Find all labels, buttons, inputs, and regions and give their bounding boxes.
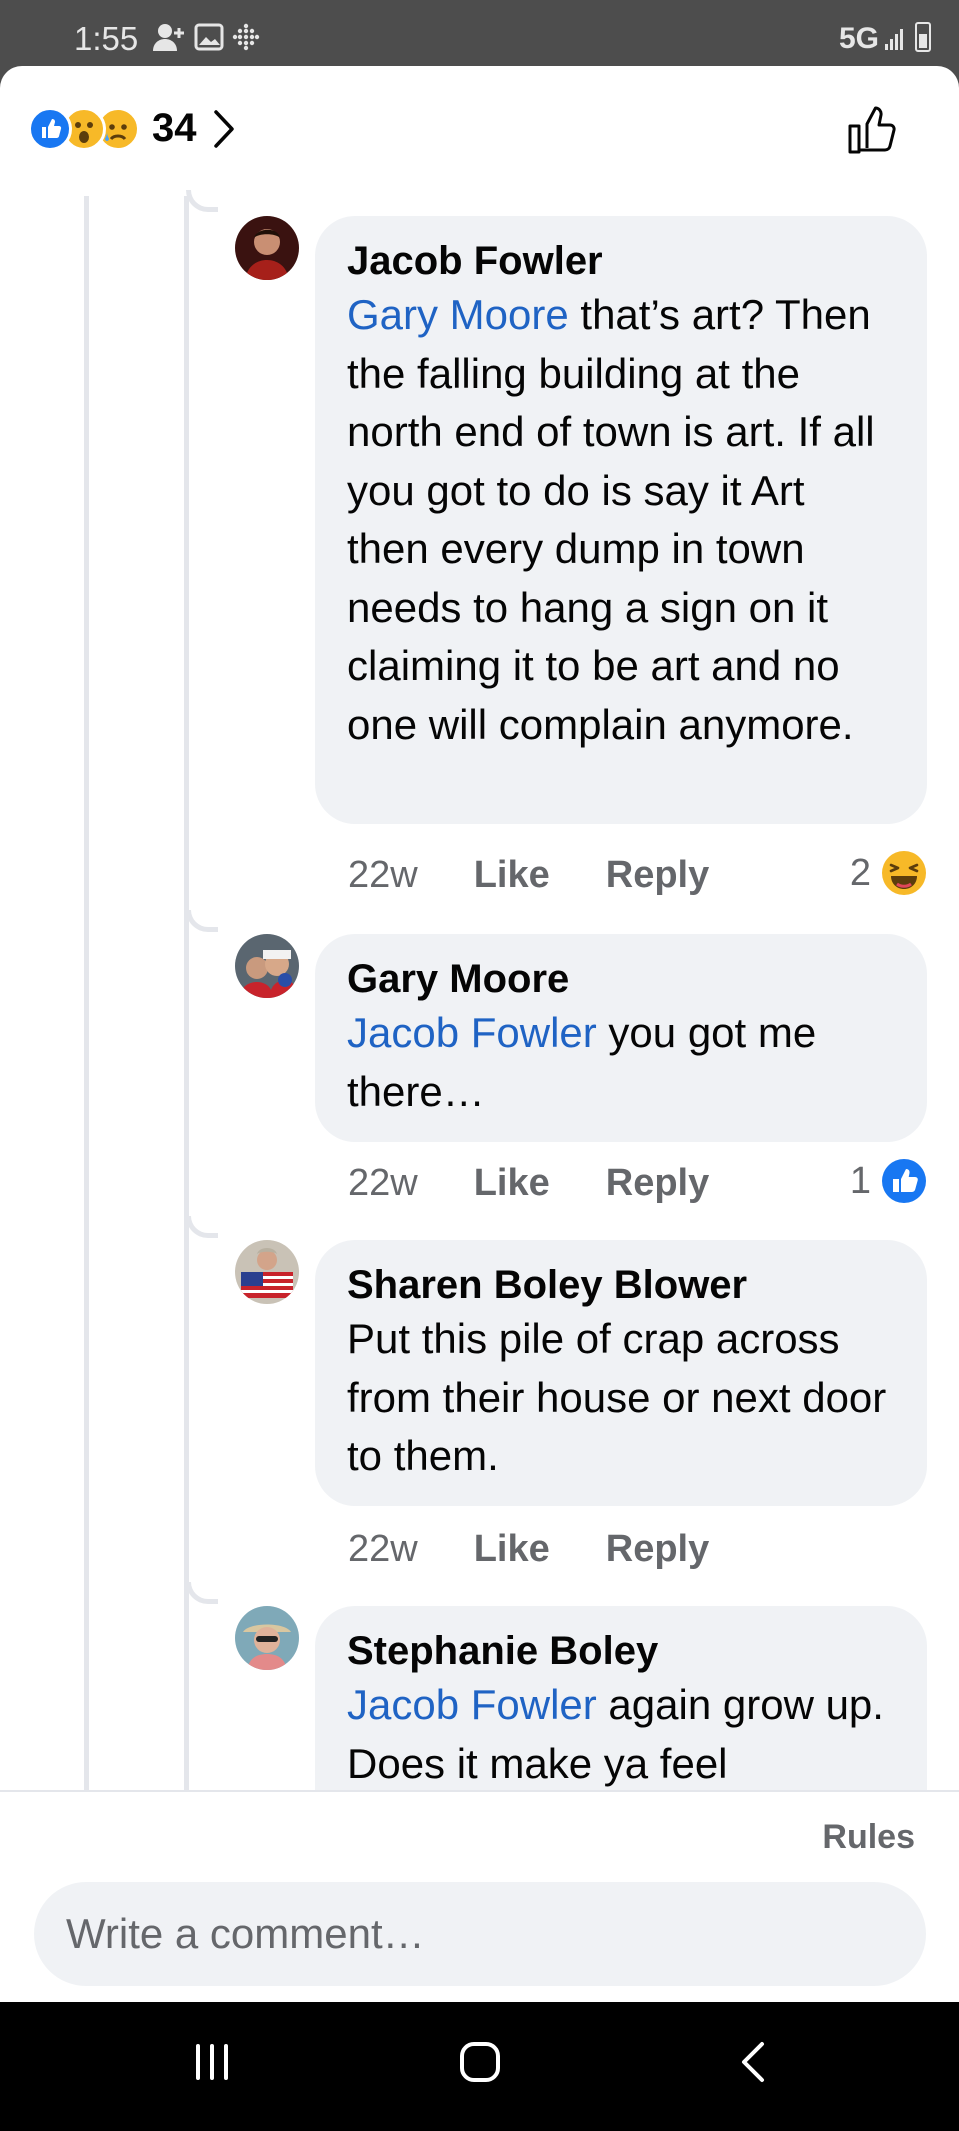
thread-branch: [186, 1216, 218, 1238]
chevron-right-icon: [213, 109, 234, 148]
laugh-icon: [882, 851, 926, 895]
recent-apps-icon[interactable]: [190, 2040, 234, 2084]
status-bar: 1:55 5G: [0, 0, 959, 66]
comment-author[interactable]: Sharen Boley Blower: [347, 1260, 895, 1310]
comments-sheet: 34 Jacob Fowler Gary Moore that’s art? T…: [0, 66, 959, 2002]
comment-bubble: Gary Moore Jacob Fowler you got me there…: [315, 934, 927, 1142]
comment-body: Put this pile of crap across from their …: [347, 1315, 887, 1479]
system-nav-bar: [0, 2002, 959, 2131]
comment-bubble: Sharen Boley Blower Put this pile of cra…: [315, 1240, 927, 1506]
reply-button[interactable]: Reply: [606, 1162, 709, 1205]
image-icon: [194, 23, 224, 51]
like-button-icon[interactable]: [845, 102, 899, 156]
dots-grid-icon: [232, 23, 260, 51]
comment-bubble: Jacob Fowler Gary Moore that’s art? Then…: [315, 216, 927, 824]
comment-mention[interactable]: Jacob Fowler: [347, 1681, 597, 1728]
reactions-header: 34: [0, 66, 959, 196]
comment-age[interactable]: 22w: [348, 1528, 418, 1571]
avatar[interactable]: [235, 1606, 299, 1670]
comment-text: Jacob Fowler again grow up. Does it make…: [347, 1676, 895, 1793]
thread-branch: [186, 190, 218, 212]
signal-icon: [885, 29, 903, 50]
rules-link[interactable]: Rules: [822, 1818, 915, 1857]
comment-reactions[interactable]: 2: [850, 850, 927, 896]
like-button[interactable]: Like: [474, 1528, 550, 1571]
avatar[interactable]: [235, 216, 299, 280]
like-icon: [882, 1159, 926, 1203]
network-type: 5G: [838, 22, 879, 55]
comment-input-placeholder: Write a comment…: [66, 1910, 425, 1957]
comment-text: Put this pile of crap across from their …: [347, 1310, 895, 1486]
like-button[interactable]: Like: [474, 1162, 550, 1205]
comment-actions: 22w Like Reply: [348, 1158, 765, 1208]
home-icon[interactable]: [458, 2040, 502, 2084]
comment-mention[interactable]: Jacob Fowler: [347, 1009, 597, 1056]
battery-icon: [915, 22, 931, 52]
reply-button[interactable]: Reply: [606, 1528, 709, 1571]
comment-reactions[interactable]: 1: [850, 1158, 927, 1204]
thread-line: [184, 196, 189, 1856]
thread-branch: [186, 1582, 218, 1604]
reply-button[interactable]: Reply: [606, 854, 709, 897]
divider: [0, 1790, 959, 1792]
comment-age[interactable]: 22w: [348, 1162, 418, 1205]
like-reaction-icon: [28, 106, 72, 151]
comment-author[interactable]: Stephanie Boley: [347, 1626, 895, 1676]
add-user-icon: [153, 24, 184, 51]
like-button[interactable]: Like: [474, 854, 550, 897]
comment-actions: 22w Like Reply: [348, 850, 765, 900]
comment-reaction-count: 2: [849, 851, 871, 894]
comment-text: Gary Moore that’s art? Then the falling …: [347, 286, 895, 754]
status-time: 1:55: [74, 20, 139, 57]
status-notification-icons: [152, 22, 260, 52]
comment-reaction-count: 1: [849, 1159, 871, 1202]
comment-body: that’s art? Then the falling building at…: [347, 291, 875, 748]
comment-author[interactable]: Gary Moore: [347, 954, 895, 1004]
comment-mention[interactable]: Gary Moore: [347, 291, 569, 338]
comment-text: Jacob Fowler you got me there…: [347, 1004, 895, 1121]
comment-age[interactable]: 22w: [348, 854, 418, 897]
reactions-summary[interactable]: 34: [28, 106, 235, 151]
comment-input[interactable]: Write a comment…: [34, 1882, 926, 1986]
reaction-count: 34: [152, 106, 197, 150]
thread-branch: [186, 910, 218, 932]
comment-actions: 22w Like Reply: [348, 1524, 765, 1574]
avatar[interactable]: [235, 934, 299, 998]
thread-line: [84, 196, 89, 1856]
back-icon[interactable]: [732, 2040, 776, 2084]
comment-author[interactable]: Jacob Fowler: [347, 236, 895, 286]
avatar[interactable]: [235, 1240, 299, 1304]
